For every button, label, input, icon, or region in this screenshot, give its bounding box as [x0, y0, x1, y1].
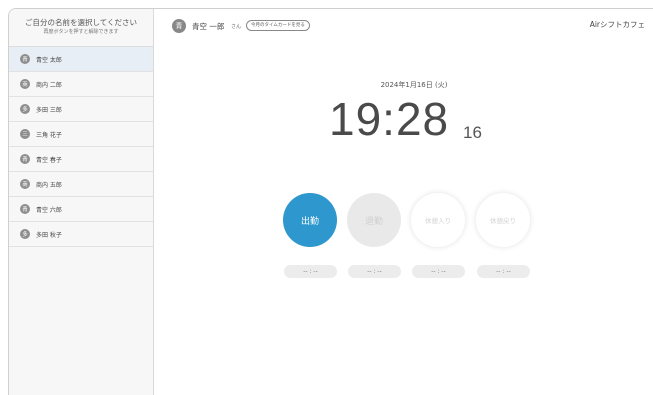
employee-item[interactable]: 青 青空 太郎 [9, 47, 153, 72]
employee-name: 三角 花子 [36, 131, 62, 139]
employee-name: 多田 秋子 [36, 231, 62, 239]
clock-in-button[interactable]: 出勤 [283, 193, 337, 247]
break-start-time: -- : -- [412, 265, 465, 278]
current-date: 2024年1月16日 (火) [380, 81, 448, 89]
employee-list: 青 青空 太郎 商 商内 二郎 多 多田 三郎 三 三角 花子 青 青空 春子 … [9, 47, 153, 247]
sidebar-header: ご自分の名前を選択してください 再度ボタンを押すと解除できます [9, 9, 153, 47]
employee-item[interactable]: 商 商内 五郎 [9, 172, 153, 197]
current-time: 19:28 [329, 93, 450, 145]
user-honorific: さん [231, 24, 242, 30]
employee-name: 商内 二郎 [36, 81, 62, 89]
store-name: Airシフトカフェ [589, 20, 645, 29]
avatar: 青 [20, 154, 30, 164]
clock-out-time: -- : -- [348, 265, 401, 278]
avatar: 三 [20, 129, 30, 139]
avatar: 多 [20, 229, 30, 239]
employee-item[interactable]: 三 三角 花子 [9, 122, 153, 147]
employee-item[interactable]: 多 多田 秋子 [9, 222, 153, 247]
top-bar: 青 青空 一郎 さん 今月のタイムカードを見る Airシフトカフェ [154, 9, 653, 39]
break-end-time: -- : -- [477, 265, 530, 278]
employee-name: 商内 五郎 [36, 181, 62, 189]
avatar: 多 [20, 104, 30, 114]
avatar: 商 [20, 79, 30, 89]
employee-name: 青空 太郎 [36, 56, 62, 64]
employee-item[interactable]: 青 青空 六郎 [9, 197, 153, 222]
avatar: 商 [20, 179, 30, 189]
user-name: 青空 一郎 [192, 22, 225, 31]
clock-out-button[interactable]: 退勤 [347, 193, 401, 247]
employee-item[interactable]: 商 商内 二郎 [9, 72, 153, 97]
employee-item[interactable]: 多 多田 三郎 [9, 97, 153, 122]
avatar: 青 [20, 54, 30, 64]
employee-item[interactable]: 青 青空 春子 [9, 147, 153, 172]
clock-in-time: -- : -- [284, 265, 337, 278]
break-start-button[interactable]: 休憩入り [411, 193, 465, 247]
app-frame: ご自分の名前を選択してください 再度ボタンを押すと解除できます 青 青空 太郎 … [8, 8, 653, 395]
timecard-link[interactable]: 今月のタイムカードを見る [246, 20, 310, 31]
employee-name: 多田 三郎 [36, 106, 62, 114]
sidebar-subtitle: 再度ボタンを押すと解除できます [43, 29, 119, 35]
avatar: 青 [20, 204, 30, 214]
employee-name: 青空 六郎 [36, 206, 62, 214]
break-end-button[interactable]: 休憩戻り [476, 193, 530, 247]
main-panel: 青 青空 一郎 さん 今月のタイムカードを見る Airシフトカフェ 2024年1… [154, 9, 653, 395]
employee-name: 青空 春子 [36, 156, 62, 164]
current-seconds: 16 [463, 123, 482, 142]
sidebar-title: ご自分の名前を選択してください [24, 18, 138, 27]
user-avatar: 青 [172, 19, 186, 33]
employee-sidebar: ご自分の名前を選択してください 再度ボタンを押すと解除できます 青 青空 太郎 … [9, 9, 154, 395]
